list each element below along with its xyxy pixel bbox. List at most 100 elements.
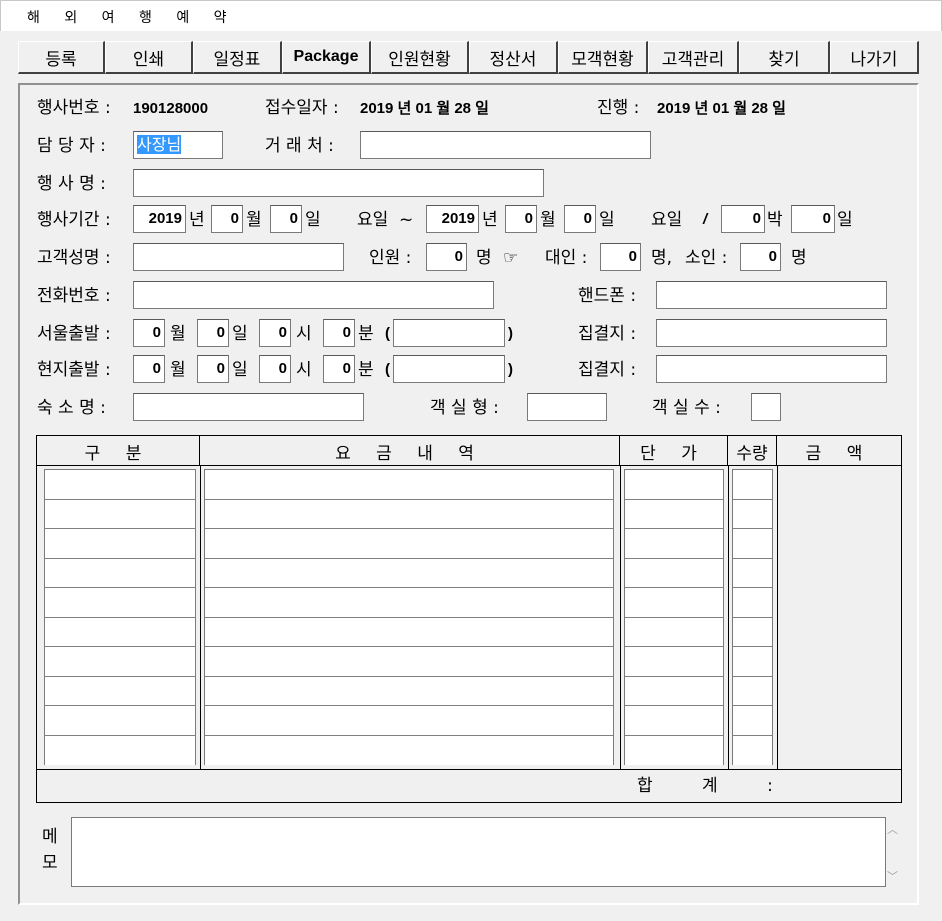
fee-detail-cell[interactable] <box>205 647 613 677</box>
exit-button[interactable]: 나가기 <box>830 41 919 74</box>
category-cell[interactable] <box>45 499 195 529</box>
category-cell[interactable] <box>45 470 195 500</box>
end-day-input[interactable]: 0 <box>564 205 596 233</box>
fee-detail-cell[interactable] <box>205 617 613 647</box>
quantity-cell[interactable] <box>733 735 772 765</box>
local-note-input[interactable] <box>393 355 505 383</box>
local-day-input[interactable]: 0 <box>197 355 229 383</box>
adult-input[interactable]: 0 <box>600 243 641 271</box>
seoul-min-input[interactable]: 0 <box>323 319 355 347</box>
local-paren-close: ) <box>508 361 513 378</box>
days-input[interactable]: 0 <box>791 205 835 233</box>
seoul-hour-input[interactable]: 0 <box>259 319 291 347</box>
room-count-input[interactable] <box>751 393 781 421</box>
end-year-input[interactable]: 2019 <box>426 205 479 233</box>
fee-detail-cell[interactable] <box>205 588 613 618</box>
quantity-cell[interactable] <box>733 647 772 677</box>
unit-price-cell[interactable] <box>625 647 723 677</box>
room-count-label: 객 실 수 : <box>652 398 721 418</box>
unit-price-cell[interactable] <box>625 499 723 529</box>
phone-input[interactable] <box>133 281 494 309</box>
seoul-departure-label: 서울출발 : <box>37 324 111 344</box>
quantity-cell[interactable] <box>733 499 772 529</box>
memo-scroll-down-icon[interactable]: ﹀ <box>887 868 898 884</box>
attendee-status-button[interactable]: 인원현황 <box>371 41 469 74</box>
local-min-input[interactable]: 0 <box>323 355 355 383</box>
nights-input[interactable]: 0 <box>721 205 765 233</box>
grid-header-amount: 금 액 <box>805 443 873 464</box>
quantity-cell[interactable] <box>733 706 772 736</box>
unit-price-cell[interactable] <box>625 558 723 588</box>
quantity-cell[interactable] <box>733 617 772 647</box>
unit-price-cell[interactable] <box>625 735 723 765</box>
memo-scroll-up-icon[interactable]: ︿ <box>887 821 898 837</box>
quantity-cell[interactable] <box>733 558 772 588</box>
customer-manage-button[interactable]: 고객관리 <box>648 41 739 74</box>
grid-header-category: 구 분 <box>37 436 200 466</box>
start-day-unit: 일 <box>305 210 321 230</box>
itinerary-button[interactable]: 일정표 <box>193 41 282 74</box>
register-button[interactable]: 등록 <box>18 41 105 74</box>
local-month-input[interactable]: 0 <box>133 355 165 383</box>
local-meeting-input[interactable] <box>656 355 887 383</box>
unit-price-cell[interactable] <box>625 529 723 559</box>
mobile-input[interactable] <box>656 281 887 309</box>
settlement-button[interactable]: 정산서 <box>469 41 558 74</box>
start-year-input[interactable]: 2019 <box>133 205 186 233</box>
unit-price-cell[interactable] <box>625 470 723 500</box>
fee-detail-cell[interactable] <box>205 706 613 736</box>
seoul-meeting-input[interactable] <box>656 319 887 347</box>
manager-input[interactable]: 사장님 <box>133 131 223 159</box>
local-hour-input[interactable]: 0 <box>259 355 291 383</box>
child-input[interactable]: 0 <box>740 243 781 271</box>
seoul-note-input[interactable] <box>393 319 505 347</box>
fee-detail-cell[interactable] <box>205 558 613 588</box>
people-input[interactable]: 0 <box>426 243 467 271</box>
receipt-date-label: 접수일자 : <box>265 98 339 118</box>
quantity-cell[interactable] <box>733 588 772 618</box>
unit-price-cell[interactable] <box>625 706 723 736</box>
category-cell[interactable] <box>45 588 195 618</box>
fee-detail-cell[interactable] <box>205 529 613 559</box>
unit-price-cell[interactable] <box>625 617 723 647</box>
manager-value: 사장님 <box>137 135 182 154</box>
room-type-input[interactable] <box>527 393 607 421</box>
category-cell[interactable] <box>45 647 195 677</box>
find-button[interactable]: 찾기 <box>739 41 830 74</box>
category-cell[interactable] <box>45 529 195 559</box>
fee-detail-cell[interactable] <box>205 676 613 706</box>
package-button[interactable]: Package <box>282 41 371 74</box>
seoul-month-input[interactable]: 0 <box>133 319 165 347</box>
nights-unit: 박 <box>767 210 783 230</box>
quantity-cell[interactable] <box>733 529 772 559</box>
event-name-input[interactable] <box>133 169 544 197</box>
fee-grid: 구 분 요 금 내 역 단 가 수량 금 액 합 계 : <box>36 435 902 803</box>
hotel-name-input[interactable] <box>133 393 364 421</box>
category-cell[interactable] <box>45 617 195 647</box>
fee-detail-cell[interactable] <box>205 499 613 529</box>
category-cell[interactable] <box>45 558 195 588</box>
category-cell[interactable] <box>45 735 195 765</box>
fee-detail-cell[interactable] <box>205 735 613 765</box>
category-column <box>44 469 196 765</box>
category-cell[interactable] <box>45 706 195 736</box>
local-hour-unit: 시 <box>296 360 312 380</box>
category-cell[interactable] <box>45 676 195 706</box>
quantity-cell[interactable] <box>733 470 772 500</box>
memo-textarea[interactable] <box>71 817 886 887</box>
end-month-input[interactable]: 0 <box>505 205 537 233</box>
start-month-input[interactable]: 0 <box>211 205 243 233</box>
local-meeting-label: 집결지 : <box>578 360 637 380</box>
client-input[interactable] <box>360 131 651 159</box>
unit-price-cell[interactable] <box>625 676 723 706</box>
seoul-day-input[interactable]: 0 <box>197 319 229 347</box>
start-weekday-label: 요일 <box>357 210 389 230</box>
customer-name-input[interactable] <box>133 243 344 271</box>
unit-price-cell[interactable] <box>625 588 723 618</box>
print-button[interactable]: 인쇄 <box>105 41 193 74</box>
recruit-status-button[interactable]: 모객현황 <box>558 41 648 74</box>
customer-name-label: 고객성명 : <box>37 248 111 268</box>
start-day-input[interactable]: 0 <box>270 205 302 233</box>
fee-detail-cell[interactable] <box>205 470 613 500</box>
quantity-cell[interactable] <box>733 676 772 706</box>
